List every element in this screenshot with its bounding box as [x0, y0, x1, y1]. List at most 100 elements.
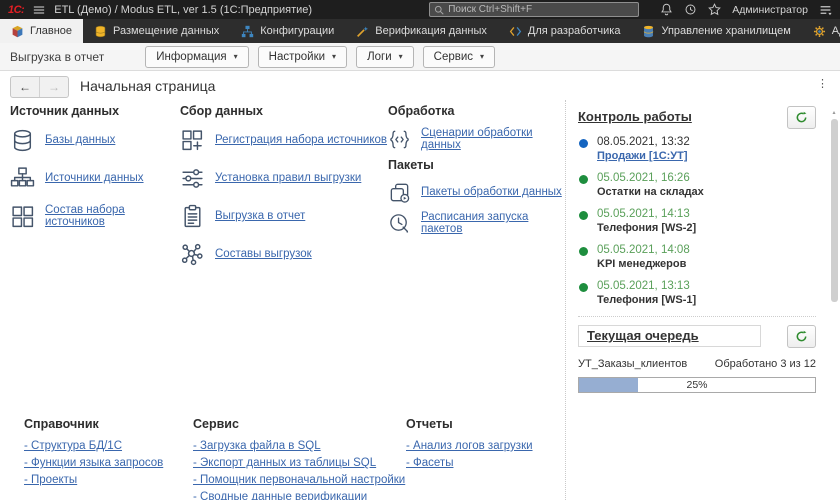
link-projects[interactable]: - Проекты: [24, 474, 163, 486]
status-dot-icon: [579, 210, 588, 220]
chevron-down-icon: ▾: [233, 52, 238, 61]
current-queue-title[interactable]: Текущая очередь: [578, 325, 761, 347]
button-label: Настройки: [268, 50, 326, 63]
refresh-queue-button[interactable]: [787, 325, 816, 348]
link-facets[interactable]: - Фасеты: [406, 457, 533, 469]
job-date: 05.05.2021, 14:08: [597, 244, 690, 256]
section-processing: Обработка Сценарии обработки данных Паке…: [388, 104, 566, 242]
tab-label: Администрирование: [831, 25, 840, 37]
main-menu-icon[interactable]: [33, 4, 45, 16]
button-label: Сервис: [433, 50, 474, 63]
tab-label: Управление хранилищем: [661, 25, 791, 37]
refresh-icon: [796, 111, 807, 123]
list-item: Расписания запуска пакетов: [388, 211, 566, 235]
link-load-file-to-sql[interactable]: - Загрузка файла в SQL: [193, 440, 405, 452]
job-entry: 08.05.2021, 13:32 Продажи [1С:УТ]: [578, 136, 830, 162]
tab-configurations[interactable]: Конфигурации: [230, 19, 345, 43]
database-icon: [95, 25, 106, 37]
work-monitor-title[interactable]: Контроль работы: [578, 106, 692, 124]
work-monitor-panel: Контроль работы ▴ 08.05.2021, 13:32 Прод…: [565, 100, 840, 500]
titlebar-icons: Администратор: [660, 3, 832, 16]
section-title: Отчеты: [406, 417, 453, 431]
chevron-down-icon: ▾: [480, 52, 485, 61]
panel-scrollbar[interactable]: ▴: [830, 110, 838, 302]
section-title: Источник данных: [10, 104, 120, 118]
link-export-to-report[interactable]: Выгрузка в отчет: [215, 210, 305, 222]
tab-label: Размещение данных: [113, 25, 220, 37]
button-label: Логи: [367, 50, 392, 63]
notifications-bell-icon[interactable]: [660, 3, 673, 16]
link-data-sources[interactable]: Источники данных: [45, 172, 144, 184]
back-button[interactable]: ←: [11, 77, 40, 97]
job-entry: 05.05.2021, 13:13 Телефония [WS-1]: [578, 280, 830, 306]
link-databases[interactable]: Базы данных: [45, 134, 115, 146]
job-list: 08.05.2021, 13:32 Продажи [1С:УТ] 05.05.…: [578, 136, 830, 306]
current-user[interactable]: Администратор: [732, 4, 808, 16]
section-reports: Отчеты - Анализ логов загрузки - Фасеты: [406, 417, 533, 474]
arrow-right-icon: →: [48, 80, 60, 94]
progress-bar: 25%: [578, 377, 816, 393]
link-source-set-composition[interactable]: Состав набора источников: [45, 204, 176, 228]
search-placeholder: Поиск Ctrl+Shift+F: [448, 4, 533, 15]
settings-dropdown-button[interactable]: Настройки ▾: [257, 45, 348, 68]
job-name: KPI менеджеров: [597, 258, 687, 270]
forward-button[interactable]: →: [40, 77, 68, 97]
global-search-input[interactable]: Поиск Ctrl+Shift+F: [429, 2, 640, 17]
link-load-logs-analysis[interactable]: - Анализ логов загрузки: [406, 440, 533, 452]
link-data-processing-packages[interactable]: Пакеты обработки данных: [421, 186, 562, 198]
link-initial-setup-assistant[interactable]: - Помощник первоначальной настройки: [193, 474, 405, 486]
molecule-icon: [181, 243, 203, 265]
link-source-set-registration[interactable]: Регистрация набора источников: [215, 134, 387, 146]
status-dot-icon: [579, 138, 588, 148]
tab-data-placement[interactable]: Размещение данных: [83, 19, 230, 43]
favorites-star-icon[interactable]: [708, 3, 722, 16]
list-item: Состав набора источников: [10, 203, 176, 229]
link-verification-summary-data[interactable]: - Сводные данные верификации: [193, 491, 405, 500]
list-item: Базы данных: [10, 127, 176, 153]
service-dropdown-button[interactable]: Сервис ▾: [422, 45, 496, 68]
tab-main[interactable]: Главное: [0, 19, 84, 43]
list-item: Сценарии обработки данных: [388, 127, 566, 151]
scroll-up-icon: ▴: [832, 110, 836, 116]
section-title: Сбор данных: [180, 104, 263, 118]
link-query-language-functions[interactable]: - Функции языка запросов: [24, 457, 163, 469]
refresh-monitor-button[interactable]: [787, 106, 816, 129]
section-title: Пакеты: [388, 158, 434, 172]
settings-menu-icon[interactable]: [819, 4, 832, 16]
database-icon: [13, 129, 32, 151]
logs-dropdown-button[interactable]: Логи ▾: [356, 45, 414, 68]
navigation-row: ← → Начальная страница ⋮: [0, 72, 840, 100]
tab-for-developer[interactable]: Для разработчика: [498, 19, 632, 43]
scrollbar-thumb[interactable]: [830, 119, 838, 302]
link-data-processing-scenarios[interactable]: Сценарии обработки данных: [421, 127, 566, 151]
tab-label: Главное: [30, 25, 73, 37]
section-tab-bar: Главное Размещение данных Конфигурации В…: [0, 19, 840, 43]
tab-storage-management[interactable]: Управление хранилищем: [631, 19, 801, 43]
section-title: Сервис: [193, 417, 239, 431]
information-dropdown-button[interactable]: Информация ▾: [145, 45, 249, 68]
grid-icon: [12, 205, 34, 227]
tab-administration[interactable]: Администрирование: [802, 19, 840, 43]
link-export-compositions[interactable]: Составы выгрузок: [215, 248, 312, 260]
job-link[interactable]: Продажи [1С:УТ]: [597, 150, 688, 162]
more-menu-icon[interactable]: ⋮: [817, 77, 828, 90]
wand-icon: [357, 26, 369, 37]
1c-logo: 1С:: [8, 3, 25, 16]
tab-data-verification[interactable]: Верификация данных: [345, 19, 498, 43]
link-db-structure[interactable]: - Структура БД/1С: [24, 440, 163, 452]
history-buttons: ← →: [10, 76, 69, 98]
link-export-rules-setup[interactable]: Установка правил выгрузки: [215, 172, 361, 184]
job-entry: 05.05.2021, 16:26 Остатки на складах: [578, 172, 830, 198]
hierarchy-icon: [242, 25, 254, 37]
register-plus-icon: [182, 129, 203, 150]
job-date: 05.05.2021, 14:13: [597, 208, 690, 220]
arrow-left-icon: ←: [19, 80, 31, 94]
link-export-data-from-sql-table[interactable]: - Экспорт данных из таблицы SQL: [193, 457, 405, 469]
link-package-launch-schedules[interactable]: Расписания запуска пакетов: [421, 211, 566, 235]
clipboard-icon: [184, 204, 201, 227]
code-icon: [509, 26, 522, 36]
history-icon[interactable]: [684, 3, 697, 16]
tab-label: Конфигурации: [260, 25, 335, 37]
section-data-collection: Сбор данных Регистрация набора источнико…: [180, 104, 388, 279]
list-item: Установка правил выгрузки: [180, 165, 388, 191]
